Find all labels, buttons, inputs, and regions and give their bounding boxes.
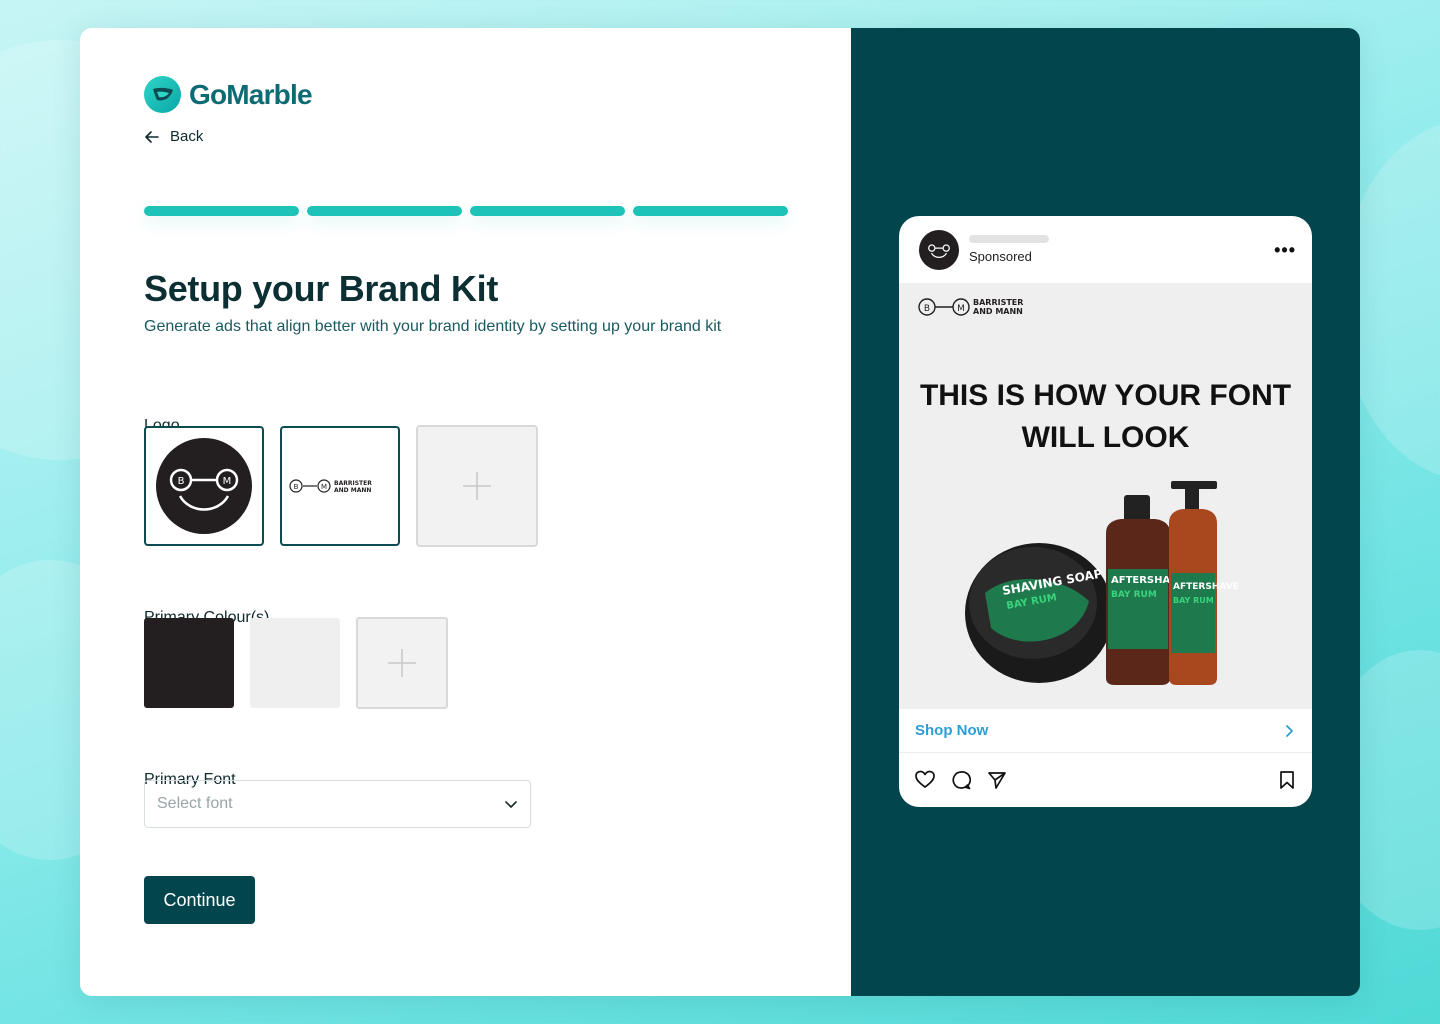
shop-now-button[interactable]: Shop Now: [899, 709, 1312, 753]
share-icon[interactable]: [987, 770, 1007, 790]
plus-icon: [463, 472, 491, 500]
colour-swatch[interactable]: [144, 618, 234, 708]
colour-swatch[interactable]: [250, 618, 340, 708]
product-image: SHAVING SOAP BAY RUM AFTERSHAVE BAY RUM …: [965, 481, 1239, 685]
svg-text:B: B: [294, 483, 299, 491]
progress-step: [307, 206, 462, 216]
preview-panel: Sponsored ••• B M BARRISTER AND MANN THI…: [851, 28, 1360, 996]
chevron-right-icon: [1286, 724, 1293, 737]
progress-step: [470, 206, 625, 216]
svg-text:M: M: [321, 483, 327, 491]
back-label: Back: [170, 128, 204, 145]
more-options-icon[interactable]: •••: [1274, 240, 1296, 261]
product-label: BAY RUM: [1173, 596, 1214, 605]
setup-panel: GoMarble Back Setup your Brand Kit Gener…: [80, 28, 851, 996]
plus-icon: [388, 649, 416, 677]
logo-tile-wordmark[interactable]: B M BARRISTER AND MANN: [280, 426, 400, 546]
svg-text:AND MANN: AND MANN: [334, 487, 371, 494]
progress-step: [144, 206, 299, 216]
gomarble-logo: GoMarble: [144, 76, 313, 113]
avatar: [919, 229, 959, 270]
ad-action-bar: [899, 753, 1312, 807]
circle-smiley-logo-icon: B M: [156, 438, 252, 534]
arrow-left-icon: [145, 130, 159, 143]
svg-text:M: M: [223, 476, 232, 487]
ad-preview-card: Sponsored ••• B M BARRISTER AND MANN THI…: [899, 216, 1312, 807]
colour-list: [144, 617, 448, 709]
bookmark-icon[interactable]: [1278, 770, 1296, 790]
brand-name: GoMarble: [189, 78, 313, 110]
chevron-down-icon: [505, 801, 517, 808]
product-label: BAY RUM: [1111, 590, 1157, 600]
font-select[interactable]: Select font: [144, 780, 531, 828]
continue-button[interactable]: Continue: [144, 876, 255, 924]
add-colour-button[interactable]: [356, 617, 448, 709]
logo-list: B M B M BARRISTER AND MANN: [144, 425, 538, 547]
shop-now-label: Shop Now: [915, 722, 989, 739]
page-subtitle: Generate ads that align better with your…: [144, 318, 722, 335]
logo-tile-circle[interactable]: B M: [144, 426, 264, 546]
gomarble-logo-icon: [144, 76, 181, 113]
heart-icon[interactable]: [915, 770, 935, 790]
ad-creative: B M BARRISTER AND MANN THIS IS HOW YOUR …: [899, 283, 1312, 709]
back-link[interactable]: Back: [144, 128, 203, 145]
add-logo-button[interactable]: [416, 425, 538, 547]
svg-text:BARRISTER: BARRISTER: [334, 480, 372, 487]
wordmark-logo-icon: B M BARRISTER AND MANN: [289, 479, 372, 494]
brand-kit-card: GoMarble Back Setup your Brand Kit Gener…: [80, 28, 1360, 996]
progress-bar: [144, 206, 788, 216]
svg-text:B: B: [178, 476, 185, 487]
circle-smiley-logo-icon: [928, 243, 950, 258]
product-label: AFTERSHAVE: [1173, 582, 1239, 592]
comment-icon[interactable]: [951, 770, 971, 790]
ad-header: Sponsored •••: [899, 216, 1312, 283]
progress-step: [633, 206, 788, 216]
account-name-placeholder: [969, 235, 1049, 243]
ad-meta: Sponsored: [969, 235, 1049, 264]
sponsored-label: Sponsored: [969, 249, 1032, 264]
page-title: Setup your Brand Kit: [144, 268, 499, 309]
font-select-placeholder: Select font: [157, 795, 233, 812]
